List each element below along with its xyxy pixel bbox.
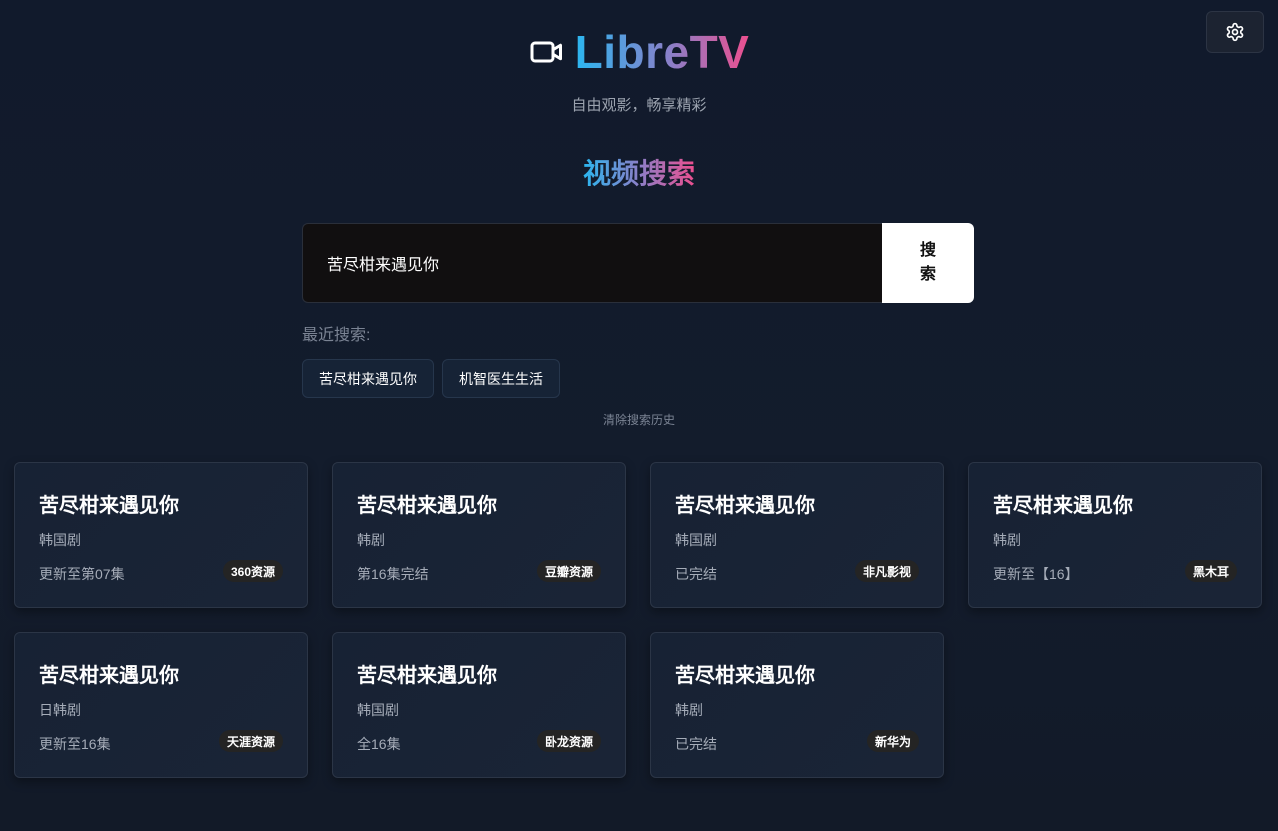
recent-search-tags: 苦尽柑来遇见你 机智医生生活	[302, 359, 560, 398]
result-card[interactable]: 苦尽柑来遇见你 韩国剧 全16集 卧龙资源	[332, 632, 626, 778]
card-title: 苦尽柑来遇见你	[675, 665, 815, 687]
app-header: LibreTV	[0, 26, 1278, 78]
result-card[interactable]: 苦尽柑来遇见你 韩剧 已完结 新华为	[650, 632, 944, 778]
card-title: 苦尽柑来遇见你	[357, 495, 497, 517]
result-card[interactable]: 苦尽柑来遇见你 韩剧 第16集完结 豆瓣资源	[332, 462, 626, 608]
source-badge: 天涯资源	[218, 730, 283, 752]
search-button[interactable]: 搜索	[882, 223, 974, 303]
card-title: 苦尽柑来遇见你	[39, 665, 179, 687]
card-remark: 全16集	[357, 736, 401, 752]
source-badge: 非凡影视	[854, 560, 919, 582]
recent-search-tag[interactable]: 苦尽柑来遇见你	[302, 359, 434, 398]
source-badge: 360资源	[222, 560, 283, 582]
recent-search-tag[interactable]: 机智医生生活	[442, 359, 560, 398]
app-tagline: 自由观影，畅享精彩	[571, 97, 707, 114]
card-type: 韩剧	[993, 532, 1021, 548]
app-logo-title: LibreTV	[574, 26, 750, 78]
card-type: 韩国剧	[39, 532, 81, 548]
source-badge: 卧龙资源	[536, 730, 601, 752]
card-title: 苦尽柑来遇见你	[993, 495, 1133, 517]
search-heading: 视频搜索	[582, 158, 695, 189]
search-input[interactable]	[302, 223, 882, 303]
search-button-label: 搜索	[919, 242, 936, 283]
clear-history-row: 清除搜索历史	[0, 411, 1278, 428]
card-remark: 更新至【16】	[993, 566, 1079, 582]
card-type: 韩国剧	[357, 702, 399, 718]
result-card[interactable]: 苦尽柑来遇见你 韩国剧 更新至第07集 360资源	[14, 462, 308, 608]
card-remark: 更新至第07集	[39, 566, 125, 582]
source-badge: 新华为	[866, 730, 919, 752]
card-title: 苦尽柑来遇见你	[357, 665, 497, 687]
card-title: 苦尽柑来遇见你	[675, 495, 815, 517]
card-type: 韩剧	[357, 532, 385, 548]
result-card[interactable]: 苦尽柑来遇见你 日韩剧 更新至16集 天涯资源	[14, 632, 308, 778]
source-badge: 豆瓣资源	[536, 560, 601, 582]
card-remark: 已完结	[675, 566, 717, 582]
source-badge: 黑木耳	[1184, 560, 1237, 582]
card-title: 苦尽柑来遇见你	[39, 495, 179, 517]
card-remark: 第16集完结	[357, 566, 429, 582]
search-bar: 搜索	[302, 223, 974, 303]
card-type: 日韩剧	[39, 702, 81, 718]
result-card[interactable]: 苦尽柑来遇见你 韩国剧 已完结 非凡影视	[650, 462, 944, 608]
result-card[interactable]: 苦尽柑来遇见你 韩剧 更新至【16】 黑木耳	[968, 462, 1262, 608]
video-camera-icon	[529, 34, 565, 70]
card-type: 韩剧	[675, 702, 703, 718]
card-remark: 已完结	[675, 736, 717, 752]
card-remark: 更新至16集	[39, 736, 111, 752]
card-type: 韩国剧	[675, 532, 717, 548]
clear-history-link[interactable]: 清除搜索历史	[603, 413, 675, 427]
recent-search-label: 最近搜索:	[302, 327, 371, 344]
